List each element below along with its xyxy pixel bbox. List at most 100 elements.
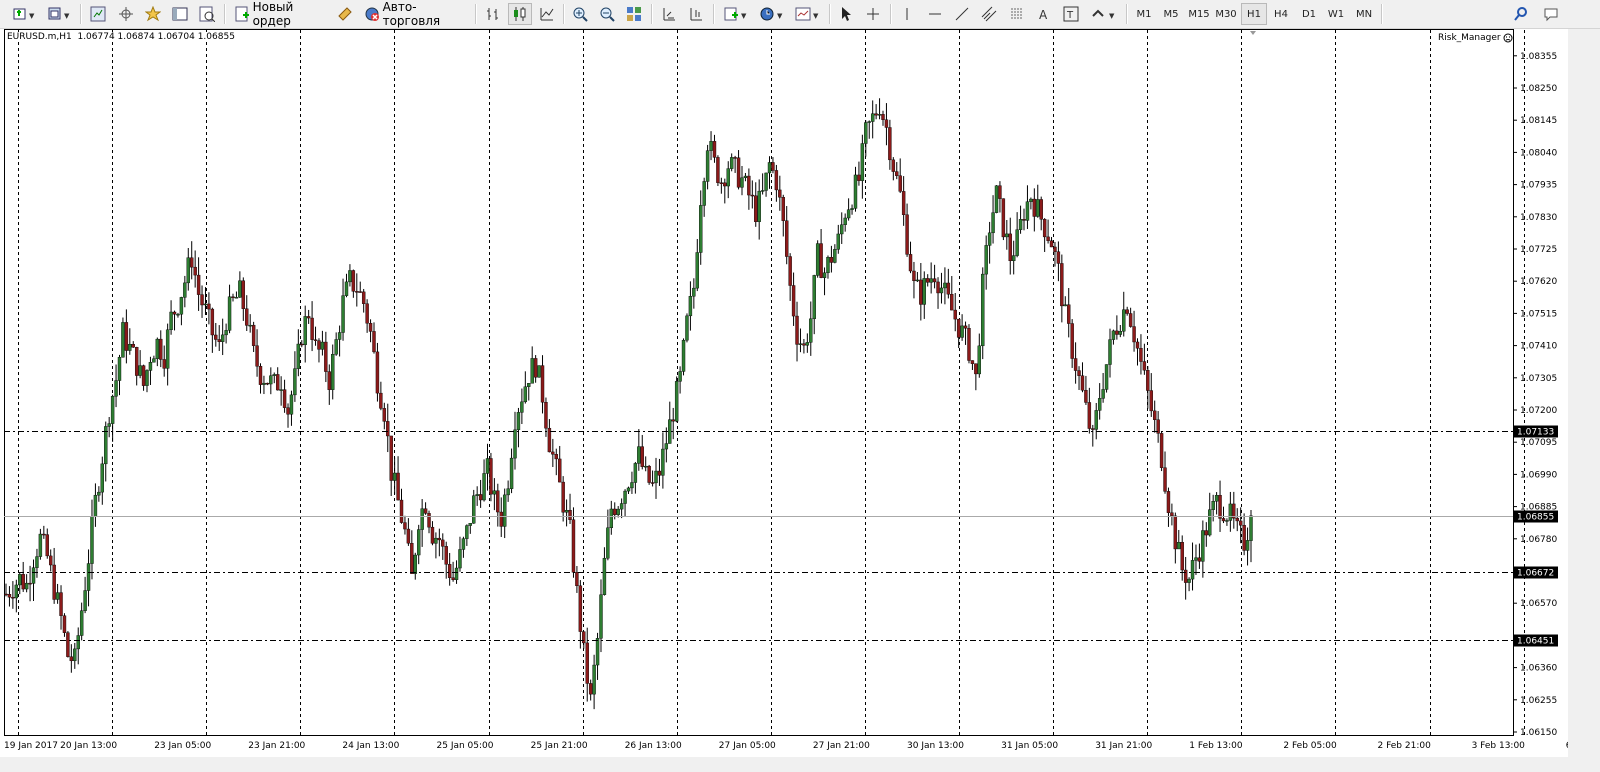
timeframe-m5[interactable]: M5 [1158, 3, 1184, 25]
candle-body [344, 281, 349, 296]
auto-scroll-button[interactable] [685, 3, 707, 25]
candle-body [1132, 326, 1136, 343]
candle-body [434, 537, 438, 544]
candle-body [523, 386, 528, 403]
chart-shift-button[interactable] [658, 3, 680, 25]
text-label-button[interactable]: T [1060, 3, 1082, 25]
cursor-button[interactable] [835, 3, 857, 25]
chart-window[interactable]: 19 Jan 2017 20 Jan 13:00 23 Jan 05:00 23 Ja… [0, 29, 1568, 757]
candlestick-chart-button[interactable] [508, 3, 532, 25]
candle-body [1249, 515, 1253, 541]
zoom-in-button[interactable] [569, 3, 591, 25]
vertical-line-button[interactable] [896, 3, 918, 25]
candle-body [1128, 313, 1133, 327]
trendline-button[interactable] [951, 3, 973, 25]
candle-body [936, 281, 940, 294]
vertical-line-icon [906, 8, 908, 20]
candle-body [124, 322, 129, 351]
candle-body [640, 446, 644, 467]
timeframe-h4[interactable]: H4 [1268, 3, 1294, 25]
candle-body [585, 642, 589, 684]
data-window-button[interactable] [115, 3, 137, 25]
right-panel [1568, 29, 1600, 772]
periods-button[interactable]: ▼ [756, 3, 788, 25]
expert-name: Risk_Manager [1438, 33, 1501, 43]
candle-body [420, 508, 424, 530]
price-chart[interactable]: 19 Jan 2017 20 Jan 13:00 23 Jan 05:00 23 Ja… [0, 29, 1568, 757]
fibonacci-button[interactable] [1006, 3, 1028, 25]
terminal-button[interactable] [169, 3, 191, 25]
timeframe-h1[interactable]: H1 [1241, 3, 1267, 25]
market-watch-button[interactable] [87, 3, 109, 25]
candle-body [699, 205, 703, 253]
auto-trading-button[interactable]: Авто-торговля [361, 0, 469, 28]
candle-body [248, 324, 252, 327]
y-axis-tick-label: 1.06150 [1520, 728, 1557, 738]
x-axis-tick-label: 25 Jan 21:00 [531, 741, 588, 751]
horizontal-line-button[interactable] [924, 3, 946, 25]
candle-body [1087, 402, 1092, 429]
candle-body [516, 412, 521, 431]
y-axis-tick-label: 1.07410 [1520, 342, 1557, 352]
candle-body [950, 294, 954, 311]
candle-body [1029, 198, 1033, 202]
candle-body [860, 143, 865, 181]
candle-body [406, 528, 411, 544]
candle-body [822, 272, 827, 278]
metaeditor-button[interactable] [334, 3, 356, 25]
chart-background [0, 29, 1568, 757]
candle-body [1022, 219, 1026, 221]
candle-body [709, 141, 713, 151]
candle-body [764, 172, 768, 191]
candle-body [200, 294, 204, 306]
candle-body [1218, 495, 1222, 519]
candle-body [984, 245, 988, 275]
fibonacci-icon [1011, 8, 1023, 19]
candle-body [1197, 557, 1202, 562]
chat-icon [1544, 8, 1558, 22]
expert-advisor-label[interactable]: Risk_Manager [1438, 33, 1513, 43]
candle-body [967, 328, 971, 361]
candle-body [922, 278, 926, 305]
candle-body [846, 209, 851, 219]
timeframe-d1[interactable]: D1 [1296, 3, 1322, 25]
candle-body [582, 631, 586, 644]
indicators-button[interactable]: ▼ [720, 3, 752, 25]
new-order-button[interactable]: Новый ордер [231, 0, 331, 28]
arrows-button[interactable]: ▼ [1088, 3, 1120, 25]
timeframe-m1[interactable]: M1 [1131, 3, 1157, 25]
candle-body [468, 523, 472, 526]
line-chart-button[interactable] [536, 3, 558, 25]
timeframe-m15[interactable]: M15 [1186, 3, 1212, 25]
tile-windows-button[interactable] [623, 3, 645, 25]
equidistant-channel-button[interactable] [978, 3, 1000, 25]
navigator-button[interactable] [142, 3, 164, 25]
candle-body [265, 382, 270, 385]
timeframe-m30[interactable]: M30 [1213, 3, 1239, 25]
profiles-icon: ▼ [48, 7, 70, 20]
candle-body [616, 508, 620, 515]
bar-chart-button[interactable] [482, 3, 504, 25]
candle-body [998, 185, 1002, 199]
strategy-tester-button[interactable] [196, 3, 218, 25]
text-button[interactable]: A [1033, 3, 1055, 25]
channel-icon [981, 6, 997, 22]
candle-body [1139, 348, 1143, 362]
candle-body [578, 585, 583, 632]
candle-body [69, 656, 74, 662]
zoom-out-button[interactable] [596, 3, 618, 25]
candle-body [771, 162, 775, 171]
candle-body [210, 308, 215, 336]
candle-body [1201, 530, 1205, 562]
crosshair-button[interactable] [862, 3, 884, 25]
templates-button[interactable]: ▼ [792, 3, 824, 25]
candle-body [396, 472, 400, 501]
new-chart-button[interactable]: ▼ [9, 3, 41, 25]
profiles-button[interactable]: ▼ [44, 3, 76, 25]
timeframe-mn[interactable]: MN [1351, 3, 1377, 25]
candle-body [1153, 410, 1157, 420]
search-button[interactable] [1510, 3, 1532, 25]
timeframe-w1[interactable]: W1 [1323, 3, 1349, 25]
candle-body [496, 490, 500, 513]
chat-button[interactable] [1540, 3, 1562, 25]
